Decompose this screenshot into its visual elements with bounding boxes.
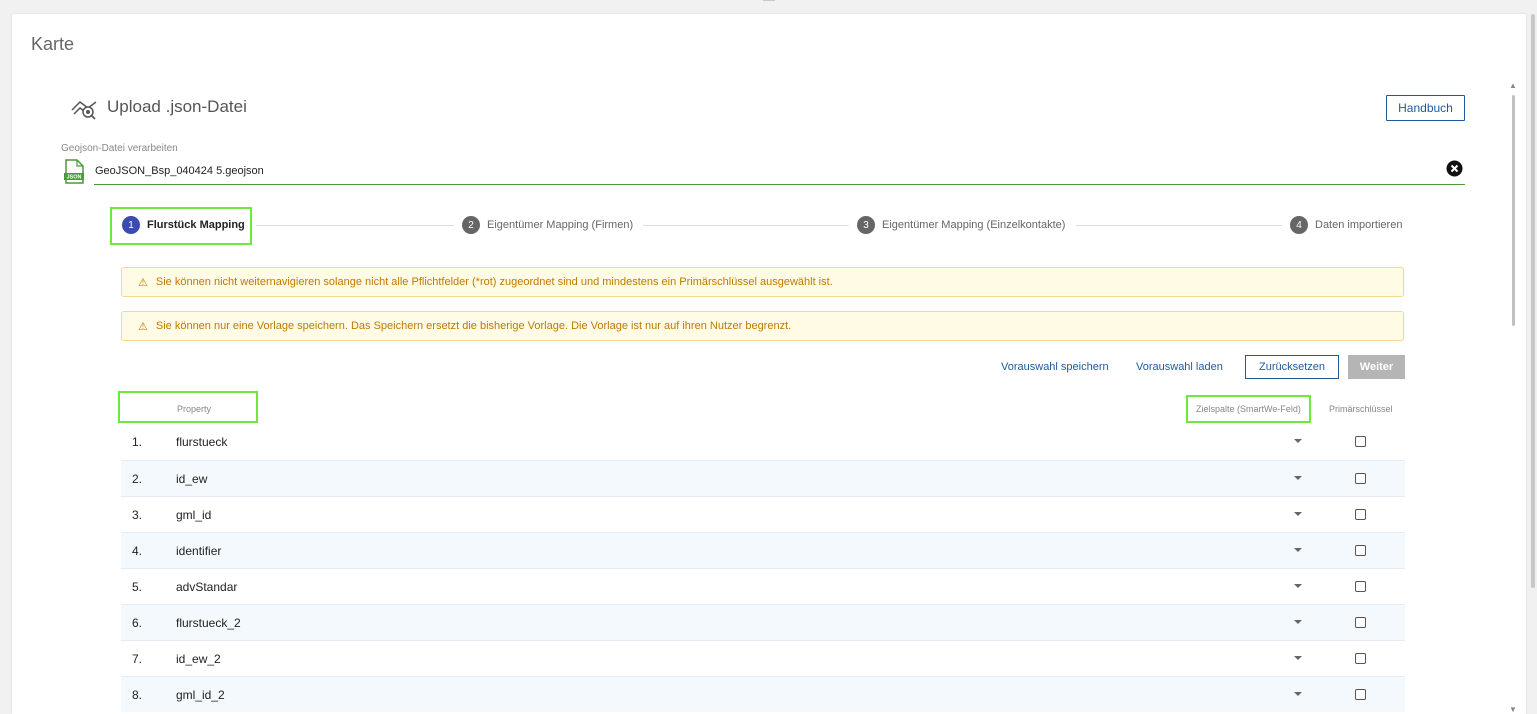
file-input[interactable]: GeoJSON_Bsp_040424 5.geojson — [95, 165, 264, 177]
top-notch — [763, 0, 775, 1]
row-number: 4. — [132, 544, 143, 558]
table-row: 4. identifier — [121, 532, 1405, 568]
load-selection-link[interactable]: Vorauswahl laden — [1136, 361, 1223, 373]
alert-text: Sie können nur eine Vorlage speichern. D… — [155, 320, 792, 332]
step-owner-mapping-companies[interactable]: 2 Eigentümer Mapping (Firmen) — [462, 215, 633, 235]
primary-key-checkbox[interactable] — [1355, 509, 1366, 520]
table-row: 8. gml_id_2 — [121, 676, 1405, 712]
table-row: 5. advStandar — [121, 568, 1405, 604]
row-property: id_ew — [176, 472, 208, 486]
caret-down-icon[interactable] — [1293, 510, 1303, 518]
row-property: identifier — [176, 544, 222, 558]
row-property: advStandar — [176, 580, 238, 594]
stepper-connector — [1076, 225, 1282, 226]
caret-down-icon[interactable] — [1293, 437, 1303, 445]
outer-scrollbar[interactable] — [1531, 14, 1535, 588]
row-number: 1. — [132, 435, 143, 449]
alert-template-info: ⚠ Sie können nur eine Vorlage speichern.… — [121, 311, 1404, 341]
close-circle-icon[interactable] — [1446, 160, 1463, 177]
stepper-connector — [643, 225, 849, 226]
caret-down-icon[interactable] — [1293, 618, 1303, 626]
warning-icon: ⚠ — [138, 276, 148, 289]
row-property: flurstueck — [176, 435, 228, 449]
primary-key-checkbox[interactable] — [1355, 653, 1366, 664]
row-number: 7. — [132, 652, 143, 666]
reset-button[interactable]: Zurücksetzen — [1245, 355, 1339, 379]
row-property: gml_id — [176, 508, 212, 522]
card-title: Karte — [31, 34, 75, 54]
primary-key-checkbox[interactable] — [1355, 436, 1366, 447]
highlight-box — [1186, 395, 1311, 423]
next-button: Weiter — [1348, 355, 1405, 379]
step-number: 2 — [462, 216, 480, 234]
primary-key-checkbox[interactable] — [1355, 545, 1366, 556]
warning-icon: ⚠ — [138, 320, 148, 333]
table-row: 2. id_ew — [121, 460, 1405, 496]
step-number: 4 — [1290, 216, 1308, 234]
highlight-box — [110, 207, 252, 245]
alert-text: Sie können nicht weiternavigieren solang… — [155, 276, 833, 288]
json-file-icon: JSON — [64, 159, 84, 184]
step-number: 3 — [857, 216, 875, 234]
row-property: gml_id_2 — [176, 688, 225, 702]
alert-required-fields: ⚠ Sie können nicht weiternavigieren sola… — [121, 267, 1404, 297]
primary-key-checkbox[interactable] — [1355, 581, 1366, 592]
row-number: 3. — [132, 508, 143, 522]
row-number: 8. — [132, 688, 143, 702]
caret-down-icon[interactable] — [1293, 582, 1303, 590]
save-selection-link[interactable]: Vorauswahl speichern — [1001, 361, 1109, 373]
table-row: 6. flurstueck_2 — [121, 604, 1405, 640]
step-label: Daten importieren — [1315, 219, 1403, 231]
primary-key-checkbox[interactable] — [1355, 473, 1366, 484]
caret-down-icon[interactable] — [1293, 546, 1303, 554]
caret-down-icon[interactable] — [1293, 474, 1303, 482]
row-property: flurstueck_2 — [176, 616, 241, 630]
json-badge-text: JSON — [67, 175, 82, 181]
map-upload-icon — [71, 101, 97, 120]
scroll-up-icon[interactable]: ▲ — [1509, 82, 1517, 90]
card-scrollbar[interactable] — [1512, 95, 1515, 326]
table-row: 1. flurstueck — [121, 424, 1405, 460]
table-row: 7. id_ew_2 — [121, 640, 1405, 676]
caret-down-icon[interactable] — [1293, 654, 1303, 662]
row-number: 2. — [132, 472, 143, 486]
row-number: 5. — [132, 580, 143, 594]
column-header-primary-key: Primärschlüssel — [1329, 404, 1393, 414]
row-property: id_ew_2 — [176, 652, 221, 666]
caret-down-icon[interactable] — [1293, 690, 1303, 698]
step-import-data[interactable]: 4 Daten importieren — [1290, 215, 1402, 235]
file-field-label: Geojson-Datei verarbeiten — [61, 143, 178, 154]
primary-key-checkbox[interactable] — [1355, 617, 1366, 628]
stepper-connector — [256, 225, 454, 226]
row-number: 6. — [132, 616, 143, 630]
step-owner-mapping-contacts[interactable]: 3 Eigentümer Mapping (Einzelkontakte) — [857, 215, 1065, 235]
step-label: Eigentümer Mapping (Firmen) — [487, 219, 634, 231]
upload-title: Upload .json-Datei — [107, 97, 247, 116]
primary-key-checkbox[interactable] — [1355, 689, 1366, 700]
file-input-underline — [94, 184, 1465, 185]
step-label: Eigentümer Mapping (Einzelkontakte) — [882, 219, 1066, 231]
table-row: 3. gml_id — [121, 496, 1405, 532]
handbook-button[interactable]: Handbuch — [1386, 95, 1465, 121]
highlight-box — [118, 391, 258, 423]
scroll-down-icon[interactable]: ▼ — [1509, 706, 1517, 714]
